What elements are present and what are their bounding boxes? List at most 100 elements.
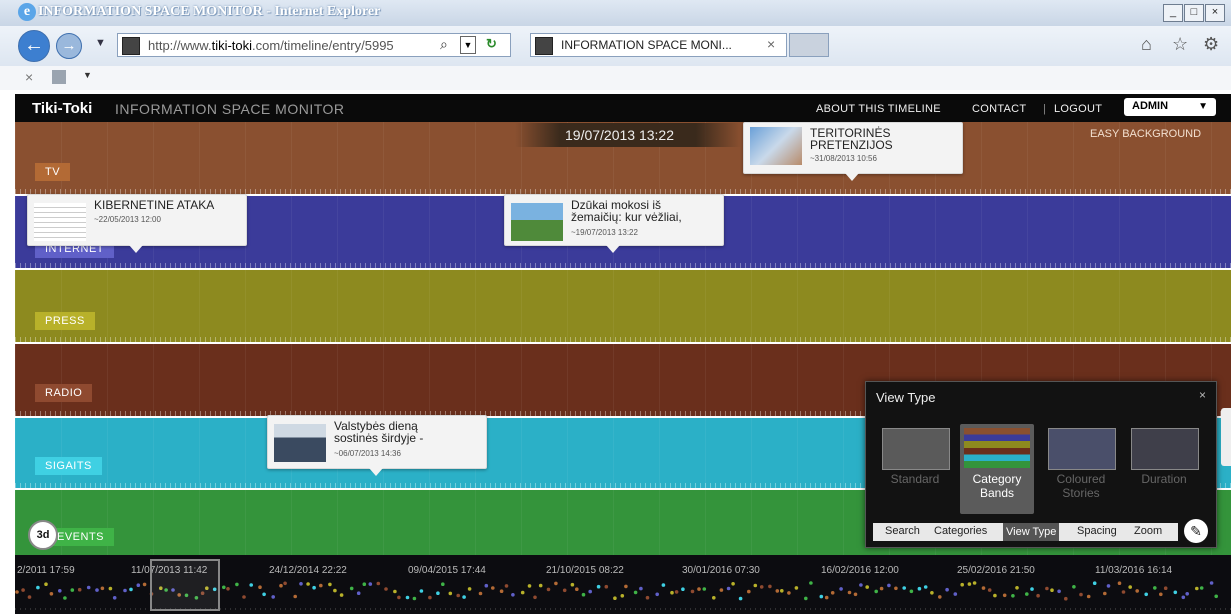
tab-close-icon[interactable]: × [767, 36, 775, 52]
close-window-button[interactable]: × [1205, 4, 1225, 22]
mini-story-dot [1163, 586, 1168, 590]
mini-story-dot [242, 595, 246, 599]
mini-story-dot [670, 590, 674, 595]
mini-story-dot [987, 588, 992, 592]
window-titlebar: e INFORMATION SPACE MONITOR - Internet E… [0, 0, 1231, 26]
mini-story-dot [930, 591, 934, 595]
view-option-duration[interactable]: Duration [1127, 424, 1201, 514]
mini-story-dot [262, 592, 266, 597]
back-arrow-icon[interactable]: ← [18, 30, 50, 62]
mini-story-dot [780, 589, 784, 593]
3d-toggle-button[interactable]: 3d [28, 520, 58, 550]
new-tab-button[interactable] [789, 33, 829, 57]
mini-story-dot [538, 583, 543, 588]
browser-tab[interactable]: INFORMATION SPACE MONI... × [530, 33, 787, 57]
about-timeline-link[interactable]: ABOUT THIS TIMELINE [816, 103, 941, 115]
mini-story-dot [249, 583, 253, 587]
contact-link[interactable]: CONTACT [972, 103, 1026, 115]
mini-story-dot [681, 587, 685, 591]
gear-icon[interactable]: ⚙ [1203, 34, 1219, 55]
mini-story-dot [70, 588, 75, 592]
story-card[interactable]: Dzūkai mokosi iš žemaičių: kur vėžliai, … [504, 194, 724, 253]
category-tag-press[interactable]: PRESS [35, 312, 95, 330]
mini-story-dot [333, 588, 337, 593]
current-date-indicator: 19/07/2013 13:22 [515, 123, 741, 147]
tab-categories[interactable]: Categories [934, 525, 987, 537]
mini-date-label: 11/03/2016 16:14 [1095, 565, 1173, 576]
home-icon[interactable]: ⌂ [1141, 34, 1152, 55]
mini-story-dot [1173, 590, 1178, 595]
mini-story-dot [879, 586, 884, 591]
maximize-button[interactable]: □ [1184, 4, 1204, 22]
coloured-stories-preview [1048, 428, 1116, 470]
mini-timeline[interactable]: 2/2011 17:59 11/07/2013 11:42 24/12/2014… [15, 555, 1231, 614]
mini-story-dot [478, 591, 483, 596]
mini-story-dot [830, 591, 835, 595]
search-icon[interactable]: ⌕ [440, 36, 448, 53]
tab-search[interactable]: Search [885, 525, 920, 537]
mini-story-dot [405, 595, 410, 600]
mini-story-dot [419, 589, 424, 593]
category-tag-tv[interactable]: TV [35, 163, 71, 181]
mini-story-dot [258, 585, 262, 589]
mini-story-dot [44, 582, 48, 586]
mini-story-dot [448, 591, 453, 596]
category-tag-radio[interactable]: RADIO [35, 384, 93, 402]
address-bar[interactable]: http://www.tiki-toki.com/timeline/entry/… [117, 33, 511, 57]
tab-view-type[interactable]: View Type [1003, 523, 1060, 541]
story-date: ~06/07/2013 14:36 [334, 449, 401, 458]
tab-spacing[interactable]: Spacing [1077, 525, 1117, 537]
minimize-button[interactable]: _ [1163, 4, 1183, 22]
chevron-down-icon: ▼ [1198, 101, 1208, 112]
mini-story-dot [917, 586, 922, 591]
wrench-icon[interactable]: ✎ [1184, 519, 1208, 543]
address-dropdown-icon[interactable]: ▼ [460, 36, 476, 54]
history-dropdown-icon[interactable]: ▼ [95, 37, 106, 49]
mini-story-dot [1117, 581, 1122, 585]
settings-tabs: Search Categories View Type Spacing Zoom [873, 523, 1178, 541]
favorites-star-icon[interactable]: ☆ [1172, 34, 1188, 55]
brand-logo[interactable]: Tiki-Toki [32, 100, 92, 117]
category-tag-sigaits[interactable]: SIGAITS [35, 457, 102, 475]
tab-zoom[interactable]: Zoom [1134, 525, 1162, 537]
mini-story-dot [356, 591, 361, 595]
window-title: INFORMATION SPACE MONITOR - Internet Exp… [38, 4, 381, 19]
mini-story-dot [588, 589, 592, 594]
close-icon[interactable]: × [25, 69, 33, 85]
view-option-standard[interactable]: Standard [878, 424, 952, 514]
mini-story-dot [633, 590, 638, 595]
mini-story-dot [222, 585, 226, 590]
mini-story-dot [690, 589, 695, 594]
timeline-title: INFORMATION SPACE MONITOR [115, 101, 345, 117]
mini-story-dot [49, 592, 54, 596]
mini-story-dot [1064, 596, 1068, 601]
story-card[interactable]: Valstybės dieną sostinės širdyje - ~06/0… [267, 415, 487, 476]
mini-story-dot [938, 595, 942, 599]
admin-dropdown[interactable]: ADMIN ▼ [1124, 98, 1216, 116]
page-dropdown-icon[interactable]: ▼ [83, 70, 92, 80]
mini-story-dot [719, 588, 724, 592]
forward-arrow-icon[interactable]: → [56, 33, 82, 59]
band-ruler [15, 263, 1231, 269]
close-icon[interactable]: × [1199, 388, 1206, 402]
mini-story-dot [456, 593, 461, 598]
mini-story-dot [299, 582, 303, 586]
mini-story-dot [726, 586, 731, 591]
mini-story-dot [283, 581, 287, 586]
story-card-partial[interactable] [1221, 408, 1231, 466]
easy-background-link[interactable]: EASY BACKGROUND [1090, 128, 1201, 140]
mini-story-dot [467, 587, 472, 591]
logout-link[interactable]: LOGOUT [1054, 103, 1102, 115]
view-option-coloured-stories[interactable]: Coloured Stories [1044, 424, 1118, 514]
mini-timeline-viewport[interactable] [150, 559, 220, 611]
mini-story-dot [613, 596, 617, 600]
refresh-icon[interactable]: ↻ [486, 36, 497, 52]
story-thumbnail [750, 127, 802, 165]
view-option-category-bands[interactable]: Category Bands [960, 424, 1034, 514]
story-card[interactable]: TERITORINĖS PRETENZIJOS ~31/08/2013 10:5… [743, 122, 963, 181]
mini-story-dot [809, 581, 813, 585]
mini-story-dot [271, 595, 276, 599]
story-card[interactable]: KIBERNETINE ATAKA ~22/05/2013 12:00 [27, 194, 247, 253]
page-icon[interactable] [52, 70, 66, 84]
mini-story-dot [312, 585, 316, 590]
